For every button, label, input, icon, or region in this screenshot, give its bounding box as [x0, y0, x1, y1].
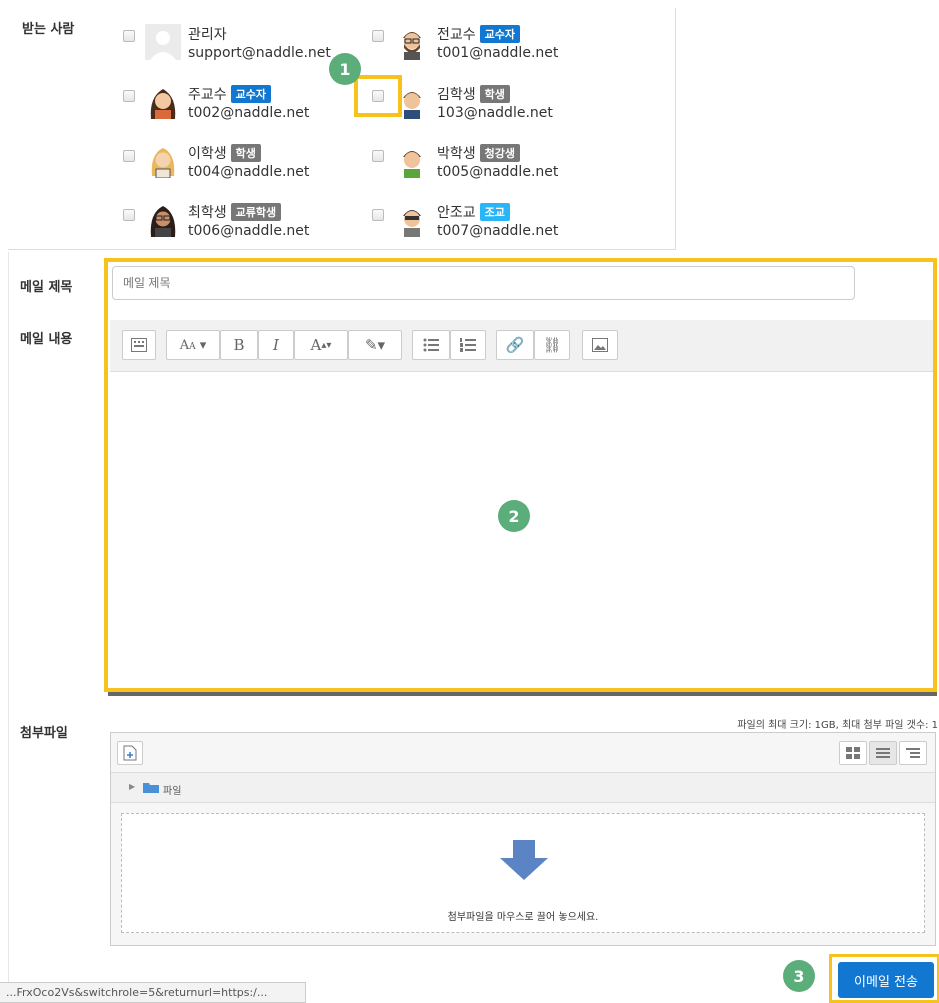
tree-view-icon[interactable] [899, 741, 927, 765]
recipient-name: 김학생 [437, 87, 476, 103]
italic-icon[interactable]: I [258, 330, 294, 360]
role-badge: 조교 [479, 203, 510, 221]
numbered-list-icon[interactable] [450, 330, 486, 360]
recipient-email: 103@naddle.net [437, 105, 553, 121]
recipient-checkbox[interactable] [123, 150, 135, 162]
send-email-button[interactable]: 이메일 전송 [838, 962, 934, 998]
recipient-name-row: 최학생 교류학생 [188, 202, 282, 222]
recipient-name-row: 이학생 학생 [188, 143, 261, 163]
expand-arrow-icon[interactable]: ▶ [129, 782, 135, 791]
link-icon[interactable]: 🔗 [496, 330, 534, 360]
bold-icon[interactable]: B [220, 330, 258, 360]
file-limits: 파일의 최대 크기: 1GB, 최대 첨부 파일 갯수: 1 [737, 720, 938, 731]
role-badge: 청강생 [479, 144, 521, 162]
editor-toolbar: AA ▾ B I A ▴▾ ✎▾ 🔗 ⛓ [110, 320, 933, 372]
role-badge: 교수자 [479, 25, 521, 43]
highlight-box [354, 75, 402, 117]
role-badge: 학생 [479, 85, 510, 103]
female-glasses-avatar-icon [145, 201, 181, 237]
recipient-email: support@naddle.net [188, 45, 331, 61]
recipient-checkbox[interactable] [372, 150, 384, 162]
folder-name[interactable]: 파일 [163, 782, 181, 797]
highlight-color-icon[interactable]: ✎▾ [348, 330, 402, 360]
recipient-name-row: 박학생 청강생 [437, 143, 521, 163]
recipient-email: t005@naddle.net [437, 164, 559, 180]
recipient-checkbox[interactable] [372, 30, 384, 42]
recipients-label: 받는 사람 [22, 22, 75, 37]
recipient-checkbox[interactable] [372, 209, 384, 221]
subject-label: 메일 제목 [20, 280, 73, 295]
step-callout: 1 [329, 53, 361, 85]
file-manager-toolbar [111, 733, 935, 773]
role-badge: 교수자 [230, 85, 272, 103]
body-label: 메일 내용 [20, 332, 73, 347]
bulleted-list-icon[interactable] [412, 330, 450, 360]
grid-view-icon[interactable] [839, 741, 867, 765]
recipient-name: 최학생 [188, 205, 227, 221]
recipient-email: t002@naddle.net [188, 105, 310, 121]
recipient-name: 이학생 [188, 146, 227, 162]
recipient-name: 안조교 [437, 205, 476, 221]
recipient-email: t004@naddle.net [188, 164, 310, 180]
recipient-checkbox[interactable] [123, 90, 135, 102]
recipient-name: 박학생 [437, 146, 476, 162]
role-badge: 학생 [230, 144, 261, 162]
role-badge: 교류학생 [230, 203, 282, 221]
recipient-checkbox[interactable] [123, 30, 135, 42]
attachments-label: 첨부파일 [20, 726, 68, 741]
recipient-email: t001@naddle.net [437, 45, 559, 61]
recipient-name-row: 주교수 교수자 [188, 84, 272, 104]
folder-icon [143, 781, 159, 796]
file-manager-path: ▶ 파일 [111, 773, 935, 803]
recipient-name-row: 전교수 교수자 [437, 24, 521, 44]
recipient-name: 주교수 [188, 87, 227, 103]
male-assistant-avatar-icon [394, 201, 430, 237]
drop-hint: 첨부파일을 마우스로 끌어 놓으세요. [447, 912, 599, 923]
step-callout: 3 [783, 960, 815, 992]
female-blonde-avatar-icon [145, 142, 181, 179]
drop-zone[interactable]: 첨부파일을 마우스로 끌어 놓으세요. [121, 813, 925, 933]
font-size-icon[interactable]: AA ▾ [166, 330, 220, 360]
image-icon[interactable] [582, 330, 618, 360]
recipient-name-row: 안조교 조교 [437, 202, 510, 222]
status-bar-url: ...FrxOco2Vs&switchrole=5&returnurl=http… [0, 982, 306, 1003]
male-green-shirt-avatar-icon [394, 142, 430, 178]
recipient-name: 관리자 [188, 27, 227, 43]
recipients-panel [8, 8, 676, 250]
recipient-name: 전교수 [437, 27, 476, 43]
unlink-icon[interactable]: ⛓ [534, 330, 570, 360]
default-avatar-icon [145, 24, 181, 60]
add-file-icon[interactable] [117, 741, 143, 765]
female-dark-hair-avatar-icon [145, 83, 181, 119]
keyboard-icon[interactable] [122, 330, 156, 360]
step-callout: 2 [498, 500, 530, 532]
male-glasses-beard-avatar-icon [394, 24, 430, 60]
recipient-email: t006@naddle.net [188, 223, 310, 239]
text-color-icon[interactable]: A ▴▾ [294, 330, 348, 360]
list-view-icon[interactable] [869, 741, 897, 765]
recipient-email: t007@naddle.net [437, 223, 559, 239]
recipient-checkbox[interactable] [123, 209, 135, 221]
file-manager: ▶ 파일 첨부파일을 마우스로 끌어 놓으세요. [110, 732, 936, 946]
recipient-name-row: 김학생 학생 [437, 84, 510, 104]
drop-arrow-icon [500, 840, 548, 884]
